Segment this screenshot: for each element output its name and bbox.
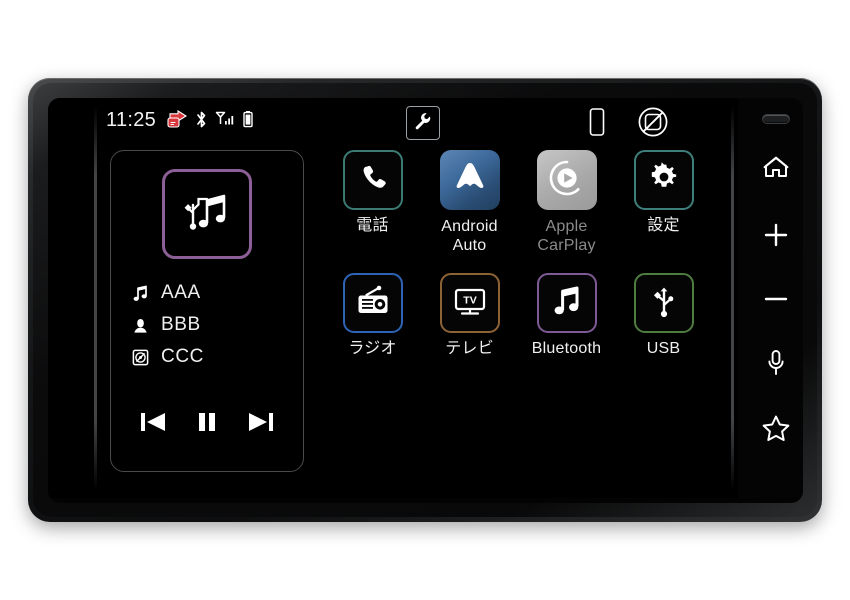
- app-label-android-auto-line1: Android: [441, 218, 498, 235]
- pause-icon: [194, 409, 220, 440]
- app-tile-android-auto[interactable]: [439, 150, 500, 210]
- app-tile-apple-carplay[interactable]: [536, 150, 597, 210]
- clock: 11:25: [106, 109, 157, 131]
- app-android-auto[interactable]: Android Auto: [421, 150, 518, 255]
- app-label-tv: テレビ: [445, 340, 494, 357]
- skip-next-icon: [244, 409, 276, 440]
- smartphone-icon: [588, 108, 606, 141]
- screenshot-root: 11:25 AAA BBB CCC 電話 Android Auto Apple …: [0, 0, 850, 600]
- music-note-icon: [131, 284, 150, 303]
- artist-row: BBB: [131, 309, 291, 341]
- skip-previous-icon: [138, 409, 170, 440]
- usb-icon: [650, 284, 678, 323]
- app-label-radio: ラジオ: [348, 340, 397, 357]
- home-icon: [762, 154, 790, 185]
- gear-icon: [648, 161, 680, 199]
- music-note-icon: [551, 284, 583, 323]
- app-label-phone: 電話: [356, 217, 389, 234]
- etc-card-icon: [166, 109, 188, 134]
- app-bluetooth[interactable]: Bluetooth: [518, 273, 615, 358]
- previous-track-button[interactable]: [133, 409, 175, 439]
- tv-icon: TV: [453, 285, 487, 322]
- volume-down-button[interactable]: [738, 278, 803, 324]
- signal-bars-icon: [215, 110, 235, 134]
- track-info-list: AAA BBB CCC: [131, 277, 291, 373]
- app-settings[interactable]: 設定: [615, 150, 712, 255]
- artist-name: BBB: [161, 314, 201, 335]
- smartphone-status-button[interactable]: [588, 107, 606, 142]
- bluetooth-icon: [195, 110, 208, 134]
- device-glass-panel: 11:25 AAA BBB CCC 電話 Android Auto Apple …: [48, 98, 803, 503]
- app-tile-settings[interactable]: [633, 150, 694, 210]
- app-label-android-auto-line2: Auto: [452, 237, 487, 254]
- star-icon: [761, 414, 791, 448]
- track-title: AAA: [161, 282, 201, 303]
- next-track-button[interactable]: [239, 409, 281, 439]
- svg-text:TV: TV: [463, 294, 476, 306]
- app-tile-usb[interactable]: [633, 273, 694, 333]
- pause-button[interactable]: [186, 409, 228, 439]
- track-title-row: AAA: [131, 277, 291, 309]
- wrench-icon: [413, 111, 433, 136]
- no-disc-icon: [636, 107, 670, 143]
- wrench-icon-button[interactable]: [406, 106, 440, 140]
- head-unit-device: 11:25 AAA BBB CCC 電話 Android Auto Apple …: [28, 78, 822, 522]
- app-label-bluetooth: Bluetooth: [531, 340, 602, 357]
- app-grid: 電話 Android Auto Apple CarPlay 設定 ラジオ TV …: [324, 150, 712, 358]
- hardware-button-panel: [738, 98, 803, 498]
- usb-music-icon: [180, 185, 234, 244]
- carplay-icon: [545, 156, 589, 205]
- usb-music-source-icon-box: [162, 169, 252, 259]
- voice-button[interactable]: [738, 342, 803, 388]
- no-disc-button[interactable]: [636, 105, 670, 144]
- app-grid-row-2: ラジオ TV テレビ Bluetooth USB: [324, 273, 712, 358]
- minus-icon: [762, 285, 790, 318]
- app-label-android-auto: Android Auto: [441, 217, 498, 255]
- app-label-apple-carplay-line1: Apple: [545, 218, 588, 235]
- app-tile-radio[interactable]: [342, 273, 403, 333]
- volume-up-button[interactable]: [738, 214, 803, 260]
- app-tile-bluetooth[interactable]: [536, 273, 597, 333]
- card-slot: [762, 114, 790, 124]
- app-phone[interactable]: 電話: [324, 150, 421, 255]
- app-usb[interactable]: USB: [615, 273, 712, 358]
- album-name: CCC: [161, 346, 204, 367]
- album-disc-icon: [131, 348, 150, 367]
- artist-icon: [131, 316, 150, 335]
- app-tile-phone[interactable]: [342, 150, 403, 210]
- phone-handset-icon: [358, 163, 388, 198]
- device-bezel: 11:25 AAA BBB CCC 電話 Android Auto Apple …: [33, 83, 817, 517]
- plus-icon: [762, 221, 790, 254]
- screen-left-divider: [94, 106, 97, 490]
- status-bar: 11:25: [48, 98, 738, 146]
- radio-icon: [356, 285, 390, 322]
- home-button[interactable]: [738, 146, 803, 192]
- status-icon-tray: [166, 109, 254, 134]
- app-label-apple-carplay: Apple CarPlay: [537, 217, 595, 255]
- app-apple-carplay[interactable]: Apple CarPlay: [518, 150, 615, 255]
- android-auto-icon: [450, 158, 490, 203]
- album-row: CCC: [131, 341, 291, 373]
- now-playing-widget[interactable]: AAA BBB CCC: [110, 150, 304, 472]
- favorite-button[interactable]: [738, 408, 803, 454]
- microphone-icon: [765, 348, 787, 383]
- app-label-usb: USB: [646, 340, 681, 357]
- transport-controls: [111, 409, 303, 439]
- app-grid-row-1: 電話 Android Auto Apple CarPlay 設定: [324, 150, 712, 255]
- touchscreen-display[interactable]: 11:25 AAA BBB CCC 電話 Android Auto Apple …: [48, 98, 738, 498]
- app-label-settings: 設定: [647, 217, 680, 234]
- app-tile-tv[interactable]: TV: [439, 273, 500, 333]
- app-radio[interactable]: ラジオ: [324, 273, 421, 358]
- battery-icon: [242, 110, 254, 134]
- app-label-apple-carplay-line2: CarPlay: [537, 237, 596, 254]
- app-tv[interactable]: TV テレビ: [421, 273, 518, 358]
- screen-right-divider: [731, 106, 734, 490]
